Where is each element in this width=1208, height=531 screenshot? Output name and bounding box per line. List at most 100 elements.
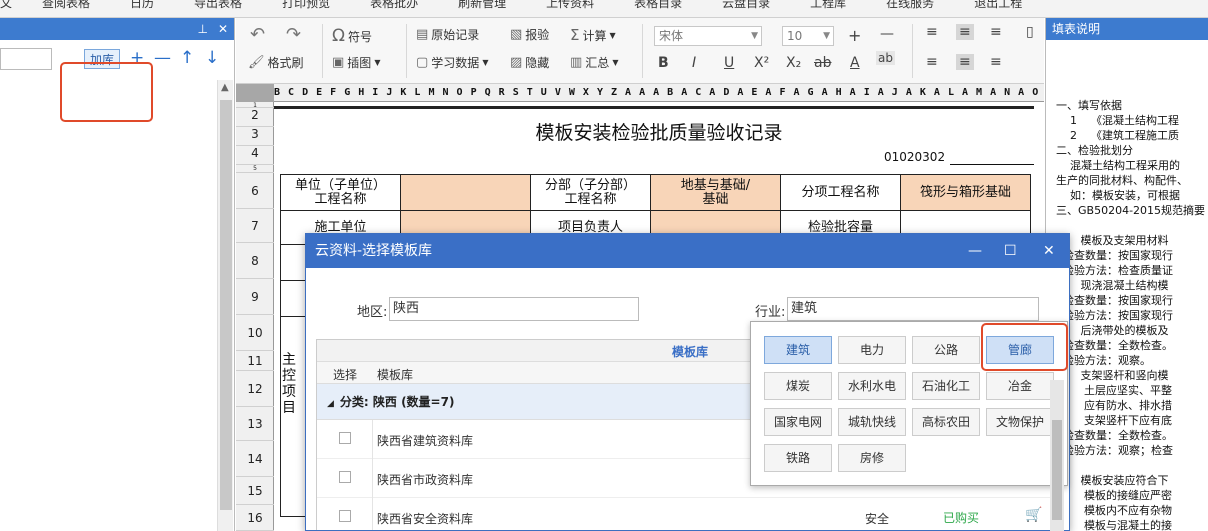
industry-option[interactable]: 文物保护: [986, 408, 1054, 436]
industry-option[interactable]: 电力: [838, 336, 906, 364]
cell[interactable]: 分项工程名称: [780, 174, 901, 211]
align-left-icon[interactable]: ≡: [926, 54, 938, 70]
dialog-scrollbar[interactable]: [1050, 380, 1064, 531]
region-input[interactable]: 陕西: [389, 297, 639, 321]
phonetic-icon[interactable]: ab: [876, 51, 895, 65]
collapse-icon[interactable]: ◢: [327, 399, 334, 409]
font-color-icon[interactable]: A: [850, 55, 860, 71]
row-number[interactable]: 12: [236, 371, 274, 407]
symbol-button[interactable]: Ω 符号: [332, 26, 372, 46]
row-number[interactable]: 15: [236, 477, 274, 505]
redo-icon[interactable]: ↷: [286, 24, 301, 45]
menu-item[interactable]: 查阅表格: [42, 0, 90, 11]
cell[interactable]: 分部（子分部） 工程名称: [530, 174, 651, 211]
industry-input[interactable]: 建筑: [787, 297, 1039, 321]
industry-option[interactable]: 高标农田: [912, 408, 980, 436]
row-number[interactable]: 7: [236, 209, 274, 243]
row-number[interactable]: 2: [236, 108, 274, 127]
row-checkbox[interactable]: [339, 510, 351, 522]
close-icon[interactable]: ✕: [1043, 234, 1055, 268]
menu-item[interactable]: 表格目录: [634, 0, 682, 11]
table-row[interactable]: 陕西省安全资料库 安全 已购买 🛒: [317, 498, 1062, 530]
bold-icon[interactable]: B: [658, 55, 669, 71]
menu-item[interactable]: 文: [0, 0, 12, 11]
hide-button[interactable]: ▨ 隐藏: [510, 54, 549, 71]
menu-item[interactable]: 刷新管理: [458, 0, 506, 11]
industry-option[interactable]: 铁路: [764, 444, 832, 472]
industry-option[interactable]: 国家电网: [764, 408, 832, 436]
pin-icon[interactable]: ⊥: [197, 22, 207, 36]
row-number[interactable]: 14: [236, 441, 274, 477]
row-checkbox[interactable]: [339, 471, 351, 483]
industry-option[interactable]: 建筑: [764, 336, 832, 364]
insert-image-button[interactable]: ▣ 插图 ▼: [332, 54, 380, 71]
menu-item[interactable]: 导出表格: [194, 0, 242, 11]
tree-search-input[interactable]: [0, 48, 52, 70]
strikethrough-icon[interactable]: ab: [814, 55, 831, 71]
original-record-button[interactable]: ▤ 原始记录: [416, 26, 479, 43]
format-painter-button[interactable]: 🖌 格式刷: [248, 54, 304, 71]
row-number[interactable]: 9: [236, 279, 274, 315]
cell[interactable]: [400, 174, 531, 211]
learn-data-button[interactable]: ▢ 学习数据 ▼: [416, 54, 488, 71]
menu-item[interactable]: 退出工程: [974, 0, 1022, 11]
scroll-thumb[interactable]: [220, 100, 232, 510]
cell[interactable]: 单位（子单位） 工程名称: [280, 174, 401, 211]
menu-item[interactable]: 表格批办: [370, 0, 418, 11]
industry-option[interactable]: 煤炭: [764, 372, 832, 400]
row-checkbox[interactable]: [339, 432, 351, 444]
close-icon[interactable]: ✕: [218, 22, 228, 36]
row-number[interactable]: 4: [236, 146, 274, 165]
industry-option[interactable]: 冶金: [986, 372, 1054, 400]
align-center-icon[interactable]: ≡: [956, 54, 974, 70]
align-right-icon[interactable]: ≡: [990, 54, 1002, 70]
cell[interactable]: 地基与基础/ 基础: [650, 174, 781, 211]
report-check-button[interactable]: ▧ 报验: [510, 26, 549, 43]
row-number[interactable]: 11: [236, 351, 274, 371]
industry-option[interactable]: 石油化工: [912, 372, 980, 400]
scroll-thumb[interactable]: [1052, 420, 1062, 520]
maximize-icon[interactable]: ☐: [1004, 234, 1017, 268]
align-middle-icon[interactable]: ≡: [956, 24, 974, 40]
menu-item[interactable]: 工程库: [810, 0, 846, 11]
increase-font-icon[interactable]: +: [848, 26, 861, 45]
cart-icon[interactable]: 🛒: [1025, 507, 1042, 523]
cell[interactable]: 筏形与箱形基础: [900, 174, 1031, 211]
row-number[interactable]: 6: [236, 173, 274, 209]
summary-button[interactable]: ▥ 汇总 ▼: [570, 54, 618, 71]
row-number[interactable]: 8: [236, 243, 274, 279]
row-number[interactable]: 3: [236, 127, 274, 146]
move-up-icon[interactable]: ↑: [180, 48, 194, 68]
decrease-font-icon[interactable]: —: [880, 26, 894, 42]
industry-option[interactable]: 公路: [912, 336, 980, 364]
underline-icon[interactable]: U: [724, 55, 734, 71]
row-number[interactable]: 10: [236, 315, 274, 351]
row-number[interactable]: 13: [236, 407, 274, 441]
subscript-icon[interactable]: X₂: [786, 55, 801, 71]
row-number[interactable]: 5: [236, 165, 274, 173]
wrap-icon[interactable]: ▯: [1026, 24, 1034, 40]
industry-option[interactable]: 房修: [838, 444, 906, 472]
left-scrollbar[interactable]: ▲: [217, 80, 233, 531]
font-name-select[interactable]: 宋体 ▼: [654, 26, 762, 46]
minimize-icon[interactable]: —: [968, 234, 982, 268]
superscript-icon[interactable]: X²: [754, 55, 769, 71]
menu-item[interactable]: 日历: [130, 0, 154, 11]
remove-icon[interactable]: —: [154, 48, 171, 68]
font-size-select[interactable]: 10 ▼: [782, 26, 834, 46]
scroll-up-icon[interactable]: ▲: [221, 82, 229, 93]
align-top-icon[interactable]: ≡: [926, 24, 938, 40]
italic-icon[interactable]: I: [692, 55, 696, 71]
column-library[interactable]: 模板库: [377, 366, 413, 383]
industry-option[interactable]: 城轨快线: [838, 408, 906, 436]
menu-item[interactable]: 在线服务: [886, 0, 934, 11]
industry-option[interactable]: 水利水电: [838, 372, 906, 400]
menu-item[interactable]: 上传资料: [546, 0, 594, 11]
row-number[interactable]: 16: [236, 505, 274, 531]
menu-item[interactable]: 打印预览: [282, 0, 330, 11]
menu-item[interactable]: 云盘目录: [722, 0, 770, 11]
align-bottom-icon[interactable]: ≡: [990, 24, 1002, 40]
column-select[interactable]: 选择: [333, 366, 357, 383]
move-down-icon[interactable]: ↓: [205, 48, 219, 68]
undo-icon[interactable]: ↶: [250, 24, 265, 45]
